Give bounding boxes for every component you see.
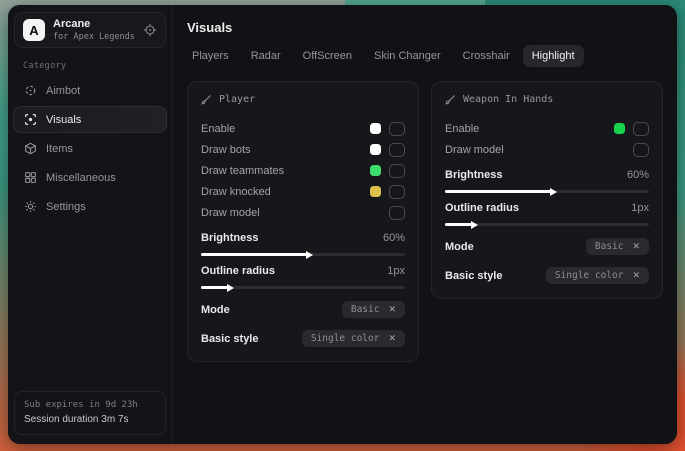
color-swatch[interactable] [370, 186, 381, 197]
brightness-slider-block: Brightness 60% [201, 232, 405, 256]
player-panel: Player Enable Draw bots Draw teammates [187, 81, 419, 362]
sidebar-item-label: Visuals [46, 114, 81, 126]
close-icon[interactable]: ✕ [632, 242, 640, 251]
panels-container: Player Enable Draw bots Draw teammates [173, 67, 677, 376]
target-icon[interactable] [143, 23, 157, 37]
color-swatch[interactable] [370, 123, 381, 134]
outline-radius-slider[interactable] [445, 223, 649, 226]
toggle-row-draw-teammates: Draw teammates [201, 160, 405, 181]
grid-icon [24, 171, 37, 184]
outline-radius-slider-block: Outline radius 1px [201, 265, 405, 289]
tab-radar[interactable]: Radar [242, 45, 290, 67]
tab-offscreen[interactable]: OffScreen [294, 45, 361, 67]
tab-bar: Players Radar OffScreen Skin Changer Cro… [173, 45, 677, 67]
eye-scan-icon [24, 113, 37, 126]
tab-skin-changer[interactable]: Skin Changer [365, 45, 450, 67]
color-swatch[interactable] [370, 144, 381, 155]
sidebar-item-label: Miscellaneous [46, 172, 116, 184]
panel-title: Player [219, 94, 255, 105]
basic-style-row: Basic style Single color ✕ [445, 267, 649, 284]
app-header-card: A Arcane for Apex Legends [14, 12, 166, 48]
draw-model-checkbox[interactable] [633, 143, 649, 157]
sidebar-item-label: Aimbot [46, 85, 80, 97]
sidebar-nav: Aimbot Visuals Items Misc [13, 77, 167, 220]
brush-icon [445, 94, 456, 105]
mode-row: Mode Basic ✕ [445, 238, 649, 255]
outline-radius-value: 1px [387, 265, 405, 277]
sidebar-item-label: Settings [46, 201, 86, 213]
sidebar-item-label: Items [46, 143, 73, 155]
draw-knocked-checkbox[interactable] [389, 185, 405, 199]
outline-radius-slider[interactable] [201, 286, 405, 289]
gear-icon [24, 200, 37, 213]
sub-expires-text: Sub expires in 9d 23h [24, 399, 156, 413]
color-swatch[interactable] [370, 165, 381, 176]
app-window: A Arcane for Apex Legends Category Aimbo… [8, 5, 677, 444]
outline-radius-value: 1px [631, 202, 649, 214]
app-subtitle: for Apex Legends [53, 32, 135, 43]
sidebar-item-items[interactable]: Items [13, 135, 167, 162]
tab-players[interactable]: Players [183, 45, 238, 67]
app-logo: A [23, 19, 45, 41]
color-swatch[interactable] [614, 123, 625, 134]
mode-tag[interactable]: Basic ✕ [342, 301, 405, 318]
page-title: Visuals [173, 5, 677, 45]
crosshair-icon [24, 84, 37, 97]
mode-tag[interactable]: Basic ✕ [586, 238, 649, 255]
close-icon[interactable]: ✕ [388, 305, 396, 314]
basic-style-row: Basic style Single color ✕ [201, 330, 405, 347]
toggle-row-enable: Enable [445, 118, 649, 139]
brightness-slider-block: Brightness 60% [445, 169, 649, 193]
subscription-info-card: Sub expires in 9d 23h Session duration 3… [14, 391, 166, 436]
category-label: Category [23, 61, 167, 71]
slider-thumb[interactable] [471, 221, 478, 229]
brightness-slider[interactable] [201, 253, 405, 256]
slider-thumb[interactable] [550, 188, 557, 196]
basic-style-tag[interactable]: Single color ✕ [302, 330, 405, 347]
sidebar-item-aimbot[interactable]: Aimbot [13, 77, 167, 104]
weapon-in-hands-panel: Weapon In Hands Enable Draw model Bright… [431, 81, 663, 299]
toggle-row-draw-model: Draw model [445, 139, 649, 160]
brightness-value: 60% [627, 169, 649, 181]
sidebar-item-settings[interactable]: Settings [13, 193, 167, 220]
outline-radius-slider-block: Outline radius 1px [445, 202, 649, 226]
toggle-row-enable: Enable [201, 118, 405, 139]
main-content: Visuals Players Radar OffScreen Skin Cha… [173, 5, 677, 444]
slider-thumb[interactable] [306, 251, 313, 259]
toggle-row-draw-bots: Draw bots [201, 139, 405, 160]
toggle-row-draw-model: Draw model [201, 202, 405, 223]
enable-checkbox[interactable] [633, 122, 649, 136]
draw-model-checkbox[interactable] [389, 206, 405, 220]
brightness-value: 60% [383, 232, 405, 244]
panel-title: Weapon In Hands [463, 94, 553, 105]
app-name: Arcane [53, 18, 135, 32]
cube-icon [24, 142, 37, 155]
brush-icon [201, 94, 212, 105]
session-duration-text: Session duration 3m 7s [24, 412, 156, 427]
draw-bots-checkbox[interactable] [389, 143, 405, 157]
basic-style-tag[interactable]: Single color ✕ [546, 267, 649, 284]
sidebar: A Arcane for Apex Legends Category Aimbo… [8, 5, 173, 444]
tab-crosshair[interactable]: Crosshair [454, 45, 519, 67]
draw-teammates-checkbox[interactable] [389, 164, 405, 178]
close-icon[interactable]: ✕ [388, 334, 396, 343]
toggle-row-draw-knocked: Draw knocked [201, 181, 405, 202]
sidebar-item-visuals[interactable]: Visuals [13, 106, 167, 133]
sidebar-item-miscellaneous[interactable]: Miscellaneous [13, 164, 167, 191]
close-icon[interactable]: ✕ [632, 271, 640, 280]
enable-checkbox[interactable] [389, 122, 405, 136]
brightness-slider[interactable] [445, 190, 649, 193]
slider-thumb[interactable] [227, 284, 234, 292]
tab-highlight[interactable]: Highlight [523, 45, 584, 67]
mode-row: Mode Basic ✕ [201, 301, 405, 318]
